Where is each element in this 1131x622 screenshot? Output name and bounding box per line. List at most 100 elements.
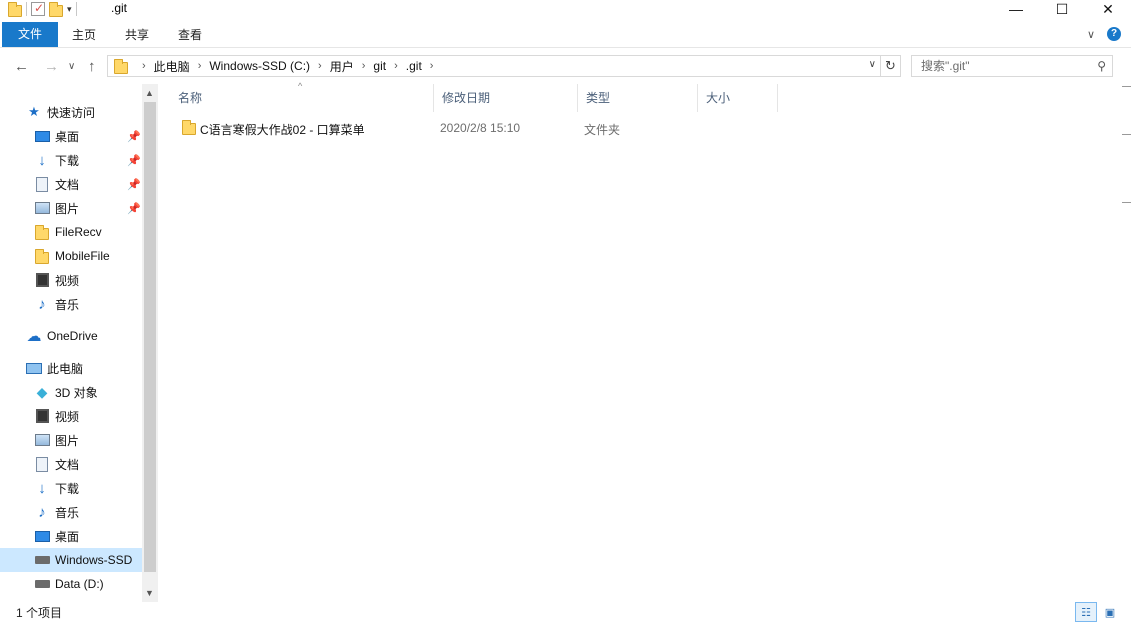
- desktop-icon: [34, 530, 50, 542]
- tab-view[interactable]: 查看: [166, 24, 214, 48]
- breadcrumb-separator[interactable]: ›: [318, 60, 322, 72]
- video-icon: [35, 273, 49, 287]
- sidebar-item-desktop[interactable]: 桌面: [34, 524, 79, 548]
- pin-icon[interactable]: 📌: [127, 154, 141, 167]
- sidebar-item-label: 下载: [55, 481, 80, 496]
- sidebar-item-data-d[interactable]: Data (D:): [34, 572, 104, 596]
- refresh-button[interactable]: ↻: [881, 55, 901, 77]
- quick-access-toolbar: ▾: [8, 0, 77, 18]
- breadcrumb-git[interactable]: git: [373, 59, 386, 73]
- sidebar-item-documents[interactable]: 文档: [34, 452, 79, 476]
- sidebar-item-videos[interactable]: 视频: [34, 268, 79, 292]
- new-folder-icon[interactable]: [49, 2, 63, 17]
- quick-access[interactable]: ★ 快速访问: [26, 100, 95, 124]
- file-name: C语言寒假大作战02 - 口算菜单: [200, 123, 365, 137]
- properties-icon[interactable]: [31, 1, 45, 16]
- sidebar-item-pictures[interactable]: 图片: [34, 428, 79, 452]
- breadcrumb-separator[interactable]: ›: [362, 60, 366, 72]
- folder-icon: [35, 224, 49, 240]
- scroll-up-icon[interactable]: ▲: [145, 88, 154, 98]
- sidebar-item-label: OneDrive: [47, 329, 98, 343]
- window-title: .git: [111, 1, 128, 15]
- help-icon[interactable]: ?: [1107, 27, 1121, 41]
- video-icon: [35, 409, 49, 423]
- folder-icon: [35, 248, 49, 264]
- computer-icon: [26, 362, 42, 374]
- sidebar-item-music[interactable]: ♪ 音乐: [34, 500, 79, 524]
- address-row: ← → ∨ ↑ › 此电脑 › Windows-SSD (C:) › 用户 › …: [0, 50, 1131, 82]
- sidebar-item-onedrive[interactable]: ☁ OneDrive: [26, 324, 98, 348]
- search-placeholder: 搜索".git": [921, 59, 970, 73]
- breadcrumb-users[interactable]: 用户: [330, 58, 354, 75]
- breadcrumb-separator[interactable]: ›: [198, 60, 202, 72]
- back-button[interactable]: ←: [14, 58, 29, 75]
- sidebar-item-videos[interactable]: 视频: [34, 404, 79, 428]
- column-name[interactable]: 名称: [170, 84, 434, 112]
- recent-locations-button[interactable]: ∨: [68, 61, 75, 72]
- column-type[interactable]: 类型: [578, 84, 698, 112]
- sidebar-item-label: 桌面: [55, 529, 80, 544]
- sidebar-item-this-pc[interactable]: 此电脑: [26, 356, 83, 380]
- up-button[interactable]: ↑: [88, 58, 96, 75]
- maximize-button[interactable]: ☐: [1039, 0, 1085, 18]
- tab-file[interactable]: 文件: [2, 22, 58, 47]
- sidebar-item-label: 桌面: [55, 129, 80, 144]
- sidebar-item-windows-ssd[interactable]: Windows-SSD: [0, 548, 142, 572]
- breadcrumb-this-pc[interactable]: 此电脑: [154, 58, 190, 75]
- download-icon: ↓: [38, 479, 46, 497]
- breadcrumb-separator[interactable]: ›: [142, 60, 146, 72]
- tab-home[interactable]: 主页: [60, 24, 108, 48]
- sidebar-item-label: 下载: [55, 153, 80, 168]
- sidebar-item-mobilefile[interactable]: MobileFile: [34, 244, 110, 268]
- navigation-scrollbar[interactable]: ▲ ▼: [142, 84, 158, 602]
- sidebar-item-3d-objects[interactable]: ◆ 3D 对象: [34, 380, 98, 404]
- scrollbar-thumb[interactable]: [144, 102, 156, 572]
- sidebar-item-filerecv[interactable]: FileRecv: [34, 220, 102, 244]
- 3d-objects-icon: ◆: [36, 383, 48, 400]
- background-window-edge: [1122, 44, 1131, 604]
- sidebar-item-label: 文档: [55, 177, 80, 192]
- breadcrumb-dot-git[interactable]: .git: [406, 59, 422, 73]
- search-input[interactable]: 搜索".git" ⚲: [911, 55, 1113, 77]
- file-date: 2020/2/8 15:10: [440, 121, 521, 135]
- customize-toolbar-dropdown[interactable]: ▾: [67, 4, 72, 15]
- star-icon: ★: [28, 104, 40, 119]
- search-icon: ⚲: [1097, 59, 1106, 73]
- column-date-modified[interactable]: 修改日期: [434, 84, 578, 112]
- toolbar-divider: [75, 2, 77, 16]
- close-button[interactable]: ✕: [1085, 0, 1131, 18]
- sidebar-item-label: 音乐: [55, 505, 80, 520]
- title-bar: ▾ .git — ☐ ✕: [0, 0, 1131, 22]
- column-size[interactable]: 大小: [698, 84, 778, 112]
- sidebar-item-label: 3D 对象: [55, 385, 98, 400]
- ribbon-tabs: 文件 主页 共享 查看 ∨ ?: [0, 22, 1131, 48]
- large-icons-view-icon[interactable]: ▣: [1099, 602, 1121, 622]
- document-icon: [36, 456, 48, 472]
- pin-icon[interactable]: 📌: [127, 178, 141, 191]
- breadcrumb-separator[interactable]: ›: [394, 60, 398, 72]
- details-view-icon[interactable]: ☷: [1075, 602, 1097, 622]
- scroll-down-icon[interactable]: ▼: [145, 588, 154, 598]
- breadcrumb-drive-c[interactable]: Windows-SSD (C:): [209, 59, 310, 73]
- minimize-button[interactable]: —: [993, 0, 1039, 18]
- pin-icon[interactable]: 📌: [127, 130, 141, 143]
- forward-button[interactable]: →: [44, 58, 59, 75]
- tab-share[interactable]: 共享: [113, 24, 161, 48]
- address-bar[interactable]: › 此电脑 › Windows-SSD (C:) › 用户 › git › .g…: [107, 55, 881, 77]
- expand-ribbon-icon[interactable]: ∨: [1087, 28, 1095, 41]
- pin-icon[interactable]: 📌: [127, 202, 141, 215]
- sidebar-item-label: 视频: [55, 273, 80, 288]
- address-dropdown-icon[interactable]: ∨: [869, 59, 876, 70]
- breadcrumb-separator[interactable]: ›: [430, 60, 434, 72]
- picture-icon: [34, 434, 50, 446]
- sidebar-item-label: FileRecv: [55, 225, 102, 239]
- music-icon: ♪: [38, 503, 46, 521]
- folder-icon: [114, 58, 128, 74]
- sidebar-item-music[interactable]: ♪ 音乐: [34, 292, 79, 316]
- desktop-icon: [34, 130, 50, 142]
- folder-icon: [8, 2, 22, 17]
- drive-icon: [34, 580, 50, 588]
- file-row[interactable]: C语言寒假大作战02 - 口算菜单 2020/2/8 15:10 文件夹: [170, 117, 790, 139]
- sidebar-item-downloads[interactable]: ↓ 下载: [34, 476, 79, 500]
- navigation-pane: ★ 快速访问 桌面 📌 ↓ 下载 📌 文档 📌 图片 📌 FileRecv Mo…: [0, 84, 158, 602]
